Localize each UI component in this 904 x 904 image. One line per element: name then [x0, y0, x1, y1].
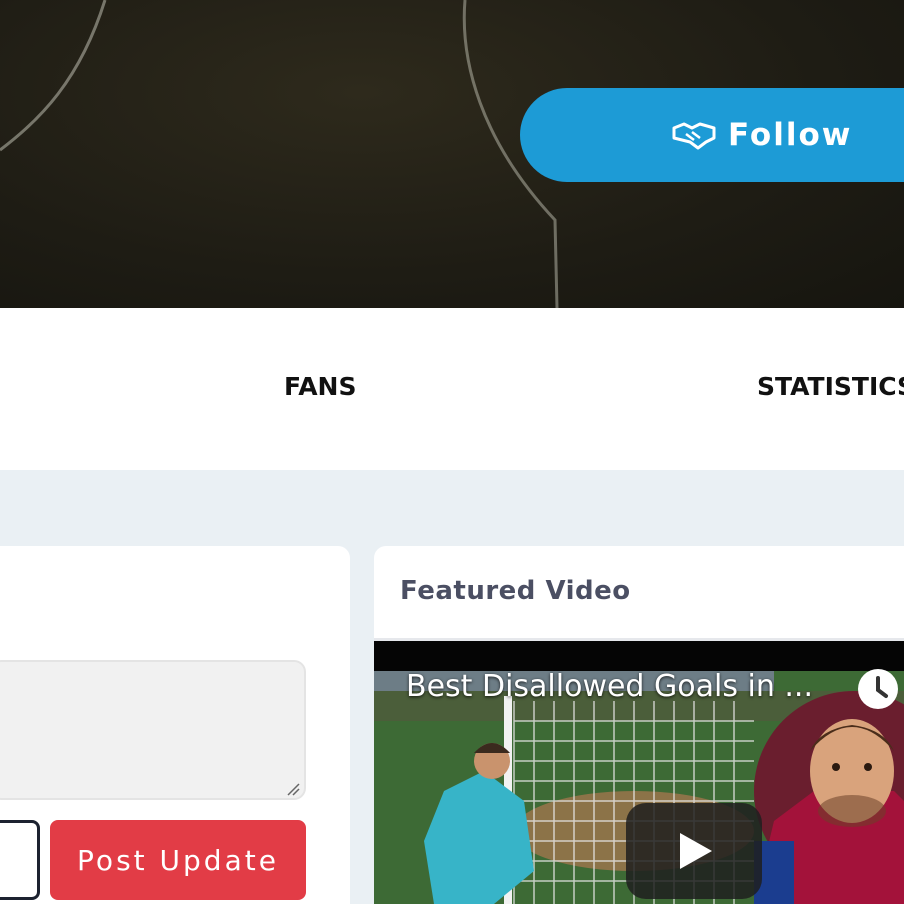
update-textarea[interactable]	[0, 660, 306, 800]
hero-banner: Follow	[0, 0, 904, 308]
tab-fans[interactable]: FANS	[284, 372, 357, 401]
resize-handle-icon[interactable]	[286, 782, 300, 796]
video-title: Best Disallowed Goals in ...	[406, 669, 813, 704]
handshake-icon	[672, 120, 716, 150]
tab-statistics[interactable]: STATISTICS	[757, 372, 904, 401]
secondary-button[interactable]	[0, 820, 40, 900]
featured-video-title: Featured Video	[400, 576, 631, 606]
play-button[interactable]	[626, 803, 762, 899]
post-update-button[interactable]: Post Update	[50, 820, 306, 900]
follow-label: Follow	[728, 117, 853, 153]
profile-tab-bar: FANS STATISTICS	[0, 308, 904, 470]
play-icon	[680, 833, 712, 869]
clock-icon[interactable]	[858, 669, 898, 709]
follow-button[interactable]: Follow	[520, 88, 904, 182]
video-player[interactable]: Best Disallowed Goals in ...	[374, 641, 904, 904]
